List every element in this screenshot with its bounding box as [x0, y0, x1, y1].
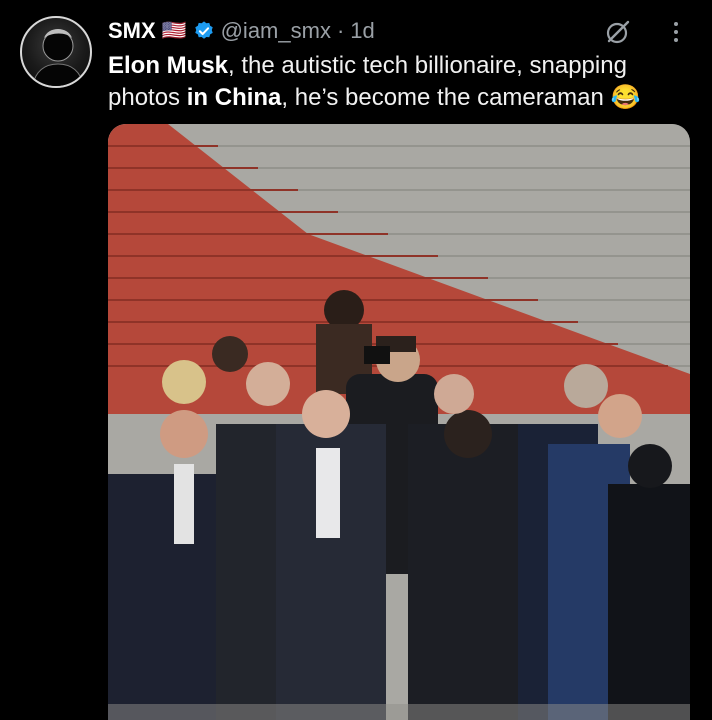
text-segment-3: , he’s become the cameraman — [281, 84, 611, 111]
text-segment-elon: Elon Musk — [108, 52, 229, 79]
us-flag-emoji: 🇺🇸 — [161, 20, 187, 42]
author-name[interactable]: SMX — [108, 16, 156, 46]
tweet: SMX 🇺🇸 @iam_smx · 1d Elon Musk, the auti… — [0, 0, 712, 720]
tweet-text: Elon Musk, the autistic tech billionaire… — [108, 50, 688, 114]
tweet-media-video[interactable] — [108, 124, 690, 720]
more-vertical-icon[interactable] — [664, 14, 688, 50]
laughing-emoji: 😂 — [610, 84, 641, 111]
avatar-silhouette-icon — [32, 29, 84, 86]
text-segment-china: in China — [186, 84, 282, 111]
author-avatar[interactable] — [20, 16, 92, 88]
post-timestamp[interactable]: 1d — [350, 16, 374, 46]
grok-button[interactable] — [596, 14, 640, 50]
author-handle[interactable]: @iam_smx — [221, 16, 331, 46]
separator-dot: · — [336, 18, 345, 43]
media-photo — [108, 124, 690, 720]
verified-badge-icon — [194, 21, 213, 39]
grok-icon — [606, 20, 630, 44]
tweet-header: SMX 🇺🇸 @iam_smx · 1d — [108, 16, 375, 46]
